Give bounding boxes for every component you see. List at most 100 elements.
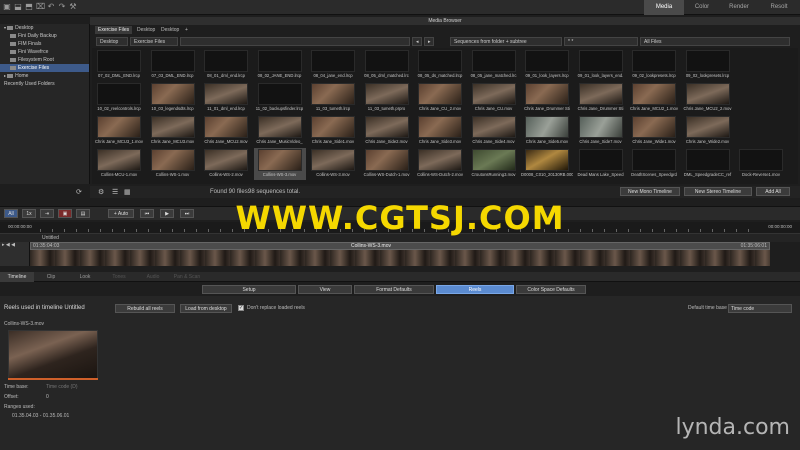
media-thumbnail-item[interactable]: Chris Jane_MCU2.mov — [200, 115, 252, 147]
media-thumbnail-item[interactable]: 11_01_dml_end.lrcp — [200, 82, 252, 114]
media-thumbnail-item[interactable]: Chris Jane_CU_2.mov — [414, 82, 466, 114]
reel-thumbnail[interactable] — [8, 330, 98, 380]
list-view-icon[interactable]: ☰ — [112, 188, 118, 196]
path-field[interactable] — [180, 37, 410, 46]
tree-item[interactable]: Filesystem Root — [0, 56, 89, 64]
media-thumbnail-item[interactable]: 11_03_tumeth.prpro — [361, 82, 413, 114]
media-thumbnail-item[interactable]: DML_SpeedgradeCC_ref — [682, 148, 734, 180]
media-thumbnail-item[interactable]: Chris Jane_Side1.mov — [307, 115, 359, 147]
media-thumbnail-item[interactable]: Chris Jane_Drummer Sti — [575, 82, 627, 114]
media-thumbnail-item[interactable]: 07_03_DML_END.lrcp — [147, 49, 199, 81]
export-icon[interactable]: ⬒ — [25, 3, 33, 11]
time-base-value[interactable]: Time code (D) — [46, 384, 78, 390]
media-thumbnail-item[interactable]: Chris Jane_MCU2_1.mov — [628, 82, 680, 114]
settings-tab-setup[interactable]: Setup — [202, 285, 296, 294]
tree-item[interactable]: FIM Finals — [0, 40, 89, 48]
media-thumbnail-item[interactable]: 08_02_JANE_END.lrcp — [254, 49, 306, 81]
new-stereo-timeline-button[interactable]: New Stereo Timeline — [684, 187, 752, 196]
settings-tab-format-defaults[interactable]: Format Defaults — [354, 285, 434, 294]
mode-tab-media[interactable]: Media — [644, 0, 684, 15]
mode-tab-color[interactable]: Color — [684, 0, 720, 15]
browser-tab[interactable]: Desktop — [134, 26, 158, 34]
tab-audio[interactable]: Audio — [136, 272, 170, 282]
tree-item-selected[interactable]: Exercise Files — [0, 64, 89, 72]
media-thumbnail-item[interactable]: Chris Jane_MusicVideo_ — [254, 115, 306, 147]
media-thumbnail-item[interactable]: 07_02_DML_END.lrcp — [93, 49, 145, 81]
redo-icon[interactable]: ↷ — [58, 3, 66, 11]
media-thumbnail-item[interactable]: Collins-WS-1.mov — [147, 148, 199, 180]
tab-timeline[interactable]: Timeline — [0, 272, 34, 282]
media-thumbnail-item[interactable]: Collins-WS-3.mov — [253, 148, 306, 180]
media-thumbnail-item[interactable]: 08_05_ds_matched.lrcp — [414, 49, 466, 81]
media-thumbnail-item[interactable]: 10_03_legendsdts.lrcp — [147, 82, 199, 114]
tab-pan-scan[interactable]: Pan & Scan — [170, 272, 204, 282]
media-thumbnail-item[interactable]: Chris Jane_MCU3.mov — [147, 115, 199, 147]
media-thumbnail-item[interactable]: D0008_C010_20130RB.000 — [521, 148, 573, 180]
media-thumbnail-item[interactable]: Chris Jane_MCU3_1.mov — [93, 115, 145, 147]
rebuild-reels-button[interactable]: Rebuild all reels — [115, 304, 175, 313]
media-thumbnail-item[interactable]: 08_04_jane_end.lrcp — [307, 49, 359, 81]
breadcrumb-desktop[interactable]: Desktop — [96, 37, 128, 46]
add-tab-button[interactable]: + — [182, 26, 191, 34]
new-mono-timeline-button[interactable]: New Mono Timeline — [620, 187, 680, 196]
media-thumbnail-item[interactable]: 11_02_backupsfinder.lrcp — [254, 82, 306, 114]
save-icon[interactable]: ▣ — [3, 3, 11, 11]
tree-item[interactable]: ▸ Home — [0, 72, 89, 80]
media-thumbnail-item[interactable]: 09_01_look_layers.lrcp — [521, 49, 573, 81]
mode-tab-resolt[interactable]: Resolt — [758, 0, 800, 15]
track-header[interactable]: ▸ ◀ ◀ — [0, 242, 30, 250]
media-thumbnail-item[interactable]: Dock-Reverse1.mov — [735, 148, 787, 180]
media-thumbnail-item[interactable]: Dead Mans Lake_Speed — [575, 148, 627, 180]
media-thumbnail-item[interactable]: Collins-WS-Dutch-2.mov — [414, 148, 466, 180]
media-thumbnail-item[interactable]: Chris Jane_Wide2.mov — [682, 115, 734, 147]
media-thumbnail-item[interactable]: 09_02_lookpresets.lrcp — [628, 49, 680, 81]
media-thumbnail-item[interactable]: Chris Jane_Wide1.mov — [628, 115, 680, 147]
forward-icon[interactable]: ▸ — [424, 37, 434, 46]
settings-tab-reels[interactable]: Reels — [436, 285, 514, 294]
media-thumbnail-item[interactable]: 11_03_tumeth.lrcp — [307, 82, 359, 114]
tree-item[interactable]: Recently Used Folders — [0, 80, 89, 88]
breadcrumb-exercise-files[interactable]: Exercise Files — [130, 37, 178, 46]
media-thumbnail-item[interactable]: Chris Jane_Side5.mov — [521, 115, 573, 147]
media-thumbnail-item[interactable]: 08_01_dml_end.lrcp — [200, 49, 252, 81]
add-all-button[interactable]: Add All — [756, 187, 790, 196]
media-thumbnail-item[interactable]: Collins-MCU-1.mov — [93, 148, 145, 180]
search-input[interactable]: * * — [564, 37, 638, 46]
media-thumbnail-item[interactable]: 09_02_lookpresets.lrcp — [682, 49, 734, 81]
media-thumbnail-item[interactable]: Chris Jane_Side2.mov — [361, 115, 413, 147]
media-thumbnail-item[interactable]: Collins-WS-2.mov — [200, 148, 252, 180]
media-thumbnail-item[interactable]: Chris Jane_Drummer Sti — [521, 82, 573, 114]
media-thumbnail-item[interactable]: Chris Jane_MCU2_2.mov — [682, 82, 734, 114]
wrench-icon[interactable]: ⚒ — [69, 3, 77, 11]
media-thumbnail-item[interactable]: 10_02_reelcontrols.lrcp — [93, 82, 145, 114]
import-icon[interactable]: ⬓ — [14, 3, 22, 11]
back-icon[interactable]: ◂ — [412, 37, 422, 46]
settings-tab-color-space[interactable]: Color Space Defaults — [516, 285, 586, 294]
browser-tab[interactable]: Desktop — [158, 26, 182, 34]
media-thumbnail-item[interactable]: Collins-WS-Dutch-1.mov — [361, 148, 413, 180]
media-thumbnail-item[interactable]: 08_05_dml_matched.lrc — [361, 49, 413, 81]
browser-tab[interactable]: Exercise Files — [95, 26, 133, 34]
filmstrip-track-header[interactable] — [0, 250, 30, 266]
trash-icon[interactable]: ⌧ — [36, 3, 45, 11]
refresh-icon[interactable]: ⟳ — [76, 188, 82, 196]
media-thumbnail-item[interactable]: DeathScenes_Speedgrd — [628, 148, 680, 180]
tree-item[interactable]: ▾ Desktop — [0, 24, 89, 32]
tree-item[interactable]: Fini Daily Backup — [0, 32, 89, 40]
sequences-select[interactable]: Sequences from folder + subtree — [450, 37, 562, 46]
media-thumbnail-item[interactable]: Chris Jane_Side4.mov — [468, 115, 520, 147]
grid-view-icon[interactable]: ▦ — [124, 188, 131, 196]
media-thumbnail-item[interactable]: 09_01_look_layers_end. — [575, 49, 627, 81]
media-thumbnail-item[interactable]: Chris Jane_CU.mov — [468, 82, 520, 114]
dont-replace-checkbox[interactable]: ✓ — [238, 305, 244, 311]
tab-tones[interactable]: Tones — [102, 272, 136, 282]
media-thumbnail-item[interactable]: 08_05_jane_matched.lrc — [468, 49, 520, 81]
clip-filmstrip[interactable] — [30, 250, 770, 266]
settings-tab-view[interactable]: View — [298, 285, 352, 294]
default-time-base-select[interactable]: Time code — [728, 304, 792, 313]
clip-bar[interactable]: 01:35:04:03 Collins-WS-3.mov 01:35:06:01 — [30, 242, 770, 250]
file-filter-select[interactable]: All Files — [640, 37, 790, 46]
tab-clip[interactable]: Clip — [34, 272, 68, 282]
media-thumbnail-item[interactable]: Chris Jane_Side3.mov — [414, 115, 466, 147]
tree-item[interactable]: Fini Wavefrce — [0, 48, 89, 56]
